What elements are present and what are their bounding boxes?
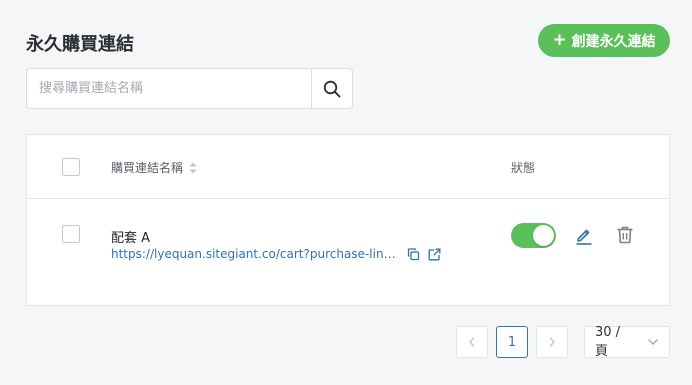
trash-icon bbox=[617, 226, 633, 244]
edit-icon bbox=[576, 229, 592, 245]
table-header: 購買連結名稱 狀態 bbox=[27, 135, 669, 199]
page-size-select[interactable]: 30 / 頁 bbox=[584, 325, 670, 359]
column-header-status: 狀態 bbox=[511, 161, 536, 175]
link-name: 配套 A bbox=[111, 231, 151, 246]
toggle-knob bbox=[533, 225, 554, 246]
search-icon bbox=[323, 80, 341, 97]
copy-icon[interactable] bbox=[407, 247, 420, 261]
status-toggle[interactable] bbox=[511, 223, 556, 248]
table-row: 配套 A https://lyequan.sitegiant.co/cart?p… bbox=[27, 199, 669, 305]
select-all-checkbox[interactable] bbox=[62, 158, 80, 176]
sort-icon[interactable] bbox=[189, 162, 197, 174]
chevron-right-icon bbox=[549, 337, 556, 347]
delete-button[interactable] bbox=[615, 225, 635, 249]
search-bar bbox=[26, 68, 353, 109]
prev-page-button[interactable] bbox=[456, 326, 488, 358]
edit-button[interactable] bbox=[574, 225, 594, 249]
page-title: 永久購買連結 bbox=[26, 34, 134, 55]
external-link-icon[interactable] bbox=[428, 248, 441, 261]
chevron-left-icon bbox=[468, 337, 475, 347]
search-input[interactable] bbox=[27, 69, 311, 108]
column-header-name-label: 購買連結名稱 bbox=[111, 161, 184, 175]
page-size-value: 30 / 頁 bbox=[595, 325, 621, 359]
row-checkbox[interactable] bbox=[62, 225, 80, 243]
links-table: 購買連結名稱 狀態 配套 A https://lyequan.sitegiant… bbox=[26, 134, 670, 306]
plus-icon: + bbox=[552, 30, 567, 50]
link-url[interactable]: https://lyequan.sitegiant.co/cart?purcha… bbox=[111, 247, 399, 261]
link-url-group: https://lyequan.sitegiant.co/cart?purcha… bbox=[111, 247, 441, 261]
page-number-button[interactable]: 1 bbox=[496, 326, 528, 358]
next-page-button[interactable] bbox=[536, 326, 568, 358]
column-header-name[interactable]: 購買連結名稱 bbox=[111, 159, 197, 176]
create-button-label: 創建永久連結 bbox=[571, 33, 656, 50]
chevron-down-icon bbox=[648, 339, 658, 345]
search-button[interactable] bbox=[311, 69, 352, 108]
create-permanent-link-button[interactable]: + 創建永久連結 bbox=[538, 24, 670, 57]
